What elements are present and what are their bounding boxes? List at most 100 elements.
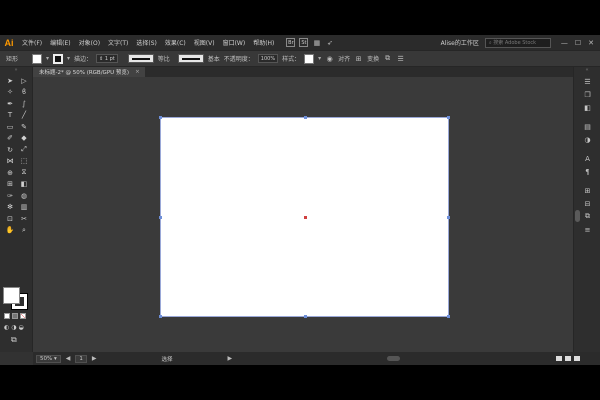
fill-color-box[interactable]: [3, 287, 20, 304]
recolor-artwork-icon[interactable]: ◉: [325, 54, 334, 63]
stroke-label[interactable]: 描边：: [74, 54, 92, 63]
artboard-handle[interactable]: [447, 116, 450, 119]
isolate-icon[interactable]: ⧉: [383, 54, 392, 63]
layers-panel-icon[interactable]: ◧: [574, 101, 600, 114]
next-artboard-button[interactable]: ▶: [92, 355, 97, 362]
column-graph-tool-icon[interactable]: ▥: [18, 202, 30, 214]
stroke-panel-icon[interactable]: ≡: [574, 223, 600, 236]
gradient-tool-icon[interactable]: ◧: [18, 179, 30, 191]
align-panel-icon[interactable]: ⊟: [574, 197, 600, 210]
menu-type[interactable]: 文字(T): [104, 38, 132, 47]
artboard-handle[interactable]: [304, 116, 307, 119]
color-panel-icon[interactable]: ▤: [574, 120, 600, 133]
paintbrush-tool-icon[interactable]: ✎: [18, 121, 30, 133]
canvas[interactable]: [33, 77, 573, 352]
screen-mode-icon[interactable]: ⧉: [11, 335, 17, 345]
stroke-color-swatch[interactable]: [53, 53, 64, 64]
maximize-button[interactable]: ☐: [575, 39, 581, 47]
eraser-tool-icon[interactable]: ◆: [18, 133, 30, 145]
zoom-tool-icon[interactable]: ⌕: [18, 225, 30, 237]
artboard-handle[interactable]: [447, 216, 450, 219]
status-menu-arrow-icon[interactable]: ▶: [228, 355, 233, 362]
transform-button[interactable]: 变换: [367, 54, 379, 63]
arrange-documents-icon[interactable]: ▦: [312, 38, 321, 47]
menu-object[interactable]: 对象(O): [75, 38, 104, 47]
gpu-rocket-icon[interactable]: ➶: [325, 38, 334, 47]
view-mode-icon[interactable]: [574, 356, 580, 361]
swatches-panel-icon[interactable]: ◑: [574, 133, 600, 146]
bridge-button[interactable]: Br: [286, 38, 296, 47]
previous-artboard-button[interactable]: ◀: [66, 355, 71, 362]
menu-window[interactable]: 窗口(W): [219, 38, 250, 47]
artboard-tool-icon[interactable]: ⊡: [4, 213, 16, 225]
blend-tool-icon[interactable]: ◍: [18, 190, 30, 202]
gradient-mode-button[interactable]: [12, 313, 18, 319]
menu-edit[interactable]: 编辑(E): [46, 38, 74, 47]
zoom-level-field[interactable]: 50% ▾: [36, 354, 61, 363]
status-mode-label[interactable]: 选择: [162, 355, 173, 363]
artboard[interactable]: [159, 116, 450, 318]
stroke-weight-field[interactable]: ⇕ 1 pt: [96, 54, 118, 63]
view-mode-icon[interactable]: [556, 356, 562, 361]
free-transform-tool-icon[interactable]: ⬚: [18, 156, 30, 168]
slice-tool-icon[interactable]: ✂: [18, 213, 30, 225]
color-mode-button[interactable]: [4, 313, 10, 319]
artboard-handle[interactable]: [159, 116, 162, 119]
close-tab-icon[interactable]: ×: [135, 69, 140, 75]
none-mode-button[interactable]: [20, 313, 26, 319]
eyedropper-tool-icon[interactable]: ✑: [4, 190, 16, 202]
minimize-button[interactable]: —: [561, 39, 568, 47]
draw-normal-icon[interactable]: ◐: [4, 324, 9, 331]
direct-selection-tool-icon[interactable]: ▷: [18, 75, 30, 87]
scale-tool-icon[interactable]: ⤢: [18, 144, 30, 156]
chevron-down-icon[interactable]: ▾: [318, 55, 321, 62]
chevron-down-icon[interactable]: ▾: [67, 55, 70, 62]
pen-tool-icon[interactable]: ✒: [4, 98, 16, 110]
mesh-tool-icon[interactable]: ⊞: [4, 179, 16, 191]
rectangle-tool-icon[interactable]: ▭: [4, 121, 16, 133]
graphic-style-swatch[interactable]: [304, 53, 315, 64]
artboard-handle[interactable]: [304, 315, 307, 318]
line-tool-icon[interactable]: ╱: [18, 110, 30, 122]
align-button[interactable]: 对齐: [338, 54, 350, 63]
character-panel-icon[interactable]: A: [574, 152, 600, 165]
dock-grip-icon[interactable]: «: [574, 67, 600, 75]
artboard-handle[interactable]: [159, 216, 162, 219]
stock-search-input[interactable]: ⌕ 搜索 Adobe Stock: [484, 37, 551, 48]
artboard-number-field[interactable]: 1: [75, 354, 87, 363]
menu-effect[interactable]: 效果(C): [161, 38, 190, 47]
chevron-down-icon[interactable]: ▾: [46, 55, 49, 62]
stock-button[interactable]: St: [299, 38, 309, 47]
menu-select[interactable]: 选择(S): [132, 38, 161, 47]
menu-view[interactable]: 视图(V): [190, 38, 219, 47]
brush-definition[interactable]: [177, 54, 204, 63]
magic-wand-tool-icon[interactable]: ✧: [4, 87, 16, 99]
artboard-handle[interactable]: [447, 315, 450, 318]
align-options-icon[interactable]: ⊞: [354, 54, 363, 63]
transform-panel-icon[interactable]: ⊞: [574, 184, 600, 197]
draw-behind-icon[interactable]: ◑: [11, 324, 16, 331]
shape-builder-tool-icon[interactable]: ⊕: [4, 167, 16, 179]
curvature-tool-icon[interactable]: ∫: [18, 98, 30, 110]
horizontal-scrollbar-thumb[interactable]: [387, 356, 401, 361]
width-tool-icon[interactable]: ⋈: [4, 156, 16, 168]
type-tool-icon[interactable]: T: [4, 110, 16, 122]
properties-panel-icon[interactable]: ☰: [574, 75, 600, 88]
shaper-tool-icon[interactable]: ✐: [4, 133, 16, 145]
lasso-tool-icon[interactable]: ϐ: [18, 87, 30, 99]
rotate-tool-icon[interactable]: ↻: [4, 144, 16, 156]
libraries-panel-icon[interactable]: ❒: [574, 88, 600, 101]
artboard-handle[interactable]: [159, 315, 162, 318]
menu-help[interactable]: 帮助(H): [249, 38, 278, 47]
opacity-field[interactable]: 100%: [257, 54, 279, 63]
hand-tool-icon[interactable]: ✋: [4, 225, 16, 237]
control-menu-icon[interactable]: ☰: [396, 54, 405, 63]
symbol-sprayer-tool-icon[interactable]: ✻: [4, 202, 16, 214]
document-tab[interactable]: 未标题-2* @ 50% (RGB/GPU 预览) ×: [33, 67, 145, 77]
close-button[interactable]: ✕: [588, 39, 594, 47]
opacity-label[interactable]: 不透明度：: [224, 54, 254, 63]
vertical-scrollbar-thumb[interactable]: [575, 210, 580, 222]
selection-tool-icon[interactable]: ➤: [4, 75, 16, 87]
menu-file[interactable]: 文件(F): [18, 38, 46, 47]
perspective-grid-tool-icon[interactable]: ⧖: [18, 167, 30, 179]
